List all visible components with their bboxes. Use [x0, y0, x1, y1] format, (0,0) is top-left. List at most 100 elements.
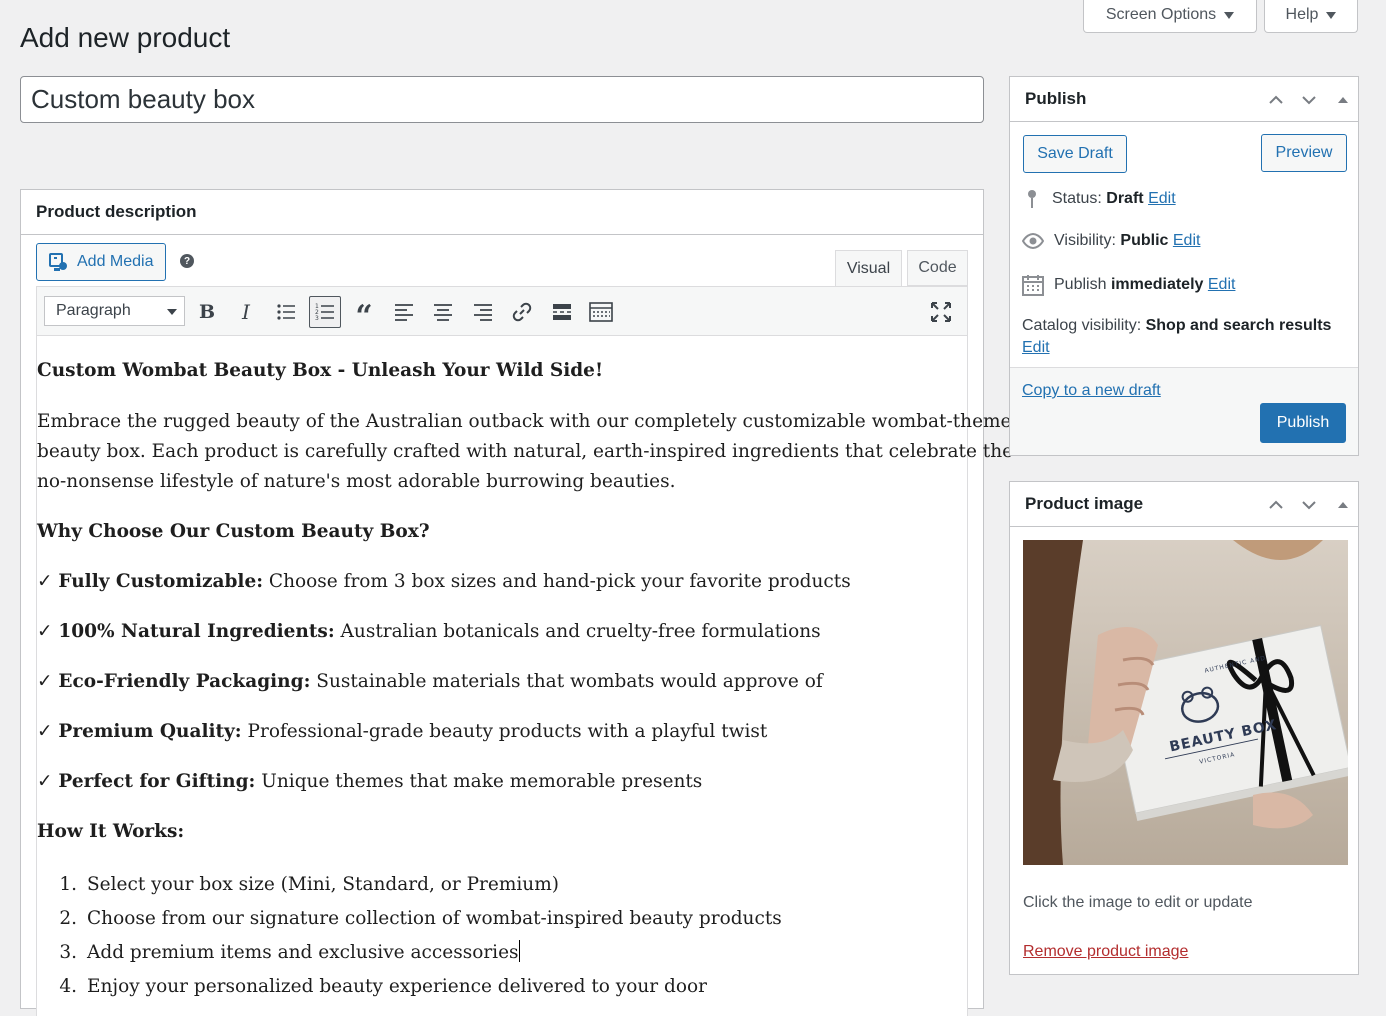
italic-button[interactable]: I [230, 296, 262, 328]
align-center-button[interactable] [427, 296, 459, 328]
align-right-button[interactable] [467, 296, 499, 328]
numbered-list-icon: 1 2 3 [315, 303, 334, 322]
content-intro-line: beauty box. Each product is carefully cr… [37, 441, 1014, 462]
feature-line: ✓ Eco-Friendly Packaging: Sustainable ma… [37, 667, 823, 697]
chevron-down-icon [1224, 11, 1235, 19]
feature-line: ✓ Premium Quality: Professional-grade be… [37, 717, 767, 747]
content-heading: Custom Wombat Beauty Box - Unleash Your … [37, 360, 604, 381]
format-select[interactable]: Paragraph [44, 296, 185, 326]
screen-options-button[interactable]: Screen Options [1083, 0, 1257, 33]
feature-text: Australian botanicals and cruelty-free f… [334, 621, 821, 642]
text-cursor [518, 940, 520, 962]
list-item: 2. Choose from our signature collection o… [37, 904, 781, 938]
preview-button[interactable]: Preview [1261, 134, 1347, 172]
publish-box: Publish Save Draft Preview Status: Draft… [1009, 76, 1359, 456]
save-draft-button[interactable]: Save Draft [1023, 135, 1127, 173]
numbered-list-button[interactable]: 1 2 3 [309, 296, 341, 328]
feature-text: Professional-grade beauty products with … [241, 721, 768, 742]
bulleted-list-button[interactable] [270, 296, 302, 328]
help-label: Help [1285, 6, 1319, 23]
copy-to-draft-link[interactable]: Copy to a new draft [1022, 382, 1161, 400]
align-right-icon [474, 304, 492, 321]
status-row: Status: Draft Edit [1022, 189, 1176, 209]
status-value: Draft [1106, 190, 1144, 207]
publish-value: immediately [1110, 276, 1204, 293]
check-icon: ✓ [37, 571, 53, 592]
collapse-toggle-icon[interactable] [1334, 91, 1352, 109]
feature-title: 100% Natural Ingredients: [58, 621, 335, 642]
fullscreen-icon [931, 302, 951, 322]
edit-catalog-link[interactable]: Edit [1022, 339, 1050, 356]
list-item: 1. Select your box size (Mini, Standard, … [37, 870, 782, 904]
step-number: 2. [59, 908, 77, 929]
content-how-heading: How It Works: [37, 821, 185, 842]
edit-visibility-link[interactable]: Edit [1173, 232, 1201, 249]
add-media-button[interactable]: Add Media [36, 243, 166, 281]
product-image[interactable]: BEAUTY BOX VICTORIA AUTHENTIC AND [1023, 540, 1348, 865]
chevron-up-icon[interactable] [1267, 91, 1285, 109]
list-item: 3. Add premium items and exclusive access… [37, 938, 782, 972]
publish-actions: Copy to a new draft Publish [1010, 367, 1358, 455]
editor-content[interactable]: Custom Wombat Beauty Box - Unleash Your … [36, 336, 1023, 1016]
edit-status-link[interactable]: Edit [1148, 190, 1176, 207]
editor-toolbar: Paragraph B I 1 2 3 “ [36, 286, 968, 336]
pin-icon [1028, 190, 1036, 208]
italic-icon: I [242, 300, 250, 324]
publish-label: Publish [1054, 276, 1107, 293]
feature-title: Perfect for Gifting: [58, 771, 256, 792]
remove-product-image-link[interactable]: Remove product image [1023, 943, 1188, 961]
format-select-value: Paragraph [56, 302, 131, 319]
help-button[interactable]: Help [1264, 0, 1358, 33]
calendar-icon [1022, 275, 1044, 296]
step-text: Add premium items and exclusive accessor… [87, 942, 519, 963]
catalog-label: Catalog visibility: [1022, 317, 1142, 334]
content-intro-line: Embrace the rugged beauty of the Austral… [37, 411, 1024, 432]
edit-publish-date-link[interactable]: Edit [1208, 276, 1236, 293]
svg-text:3: 3 [315, 315, 319, 322]
chevron-down-icon[interactable] [1300, 496, 1318, 514]
bold-button[interactable]: B [191, 296, 223, 328]
product-image-box-header: Product image [1010, 482, 1358, 527]
add-media-icon [49, 253, 67, 271]
check-icon: ✓ [37, 721, 53, 742]
help-icon[interactable]: ? [180, 254, 194, 268]
chevron-down-icon[interactable] [1300, 91, 1318, 109]
visibility-label: Visibility: [1054, 232, 1116, 249]
align-left-button[interactable] [388, 296, 420, 328]
step-number: 3. [59, 942, 77, 963]
feature-text: Choose from 3 box sizes and hand-pick yo… [263, 571, 851, 592]
toolbar-toggle-button[interactable] [585, 296, 617, 328]
check-icon: ✓ [37, 671, 53, 692]
product-image-heading: Product image [1025, 494, 1144, 513]
blockquote-icon: “ [355, 299, 373, 334]
feature-title: Fully Customizable: [58, 571, 264, 592]
status-label: Status: [1052, 190, 1102, 207]
blockquote-button[interactable]: “ [348, 296, 380, 334]
chevron-up-icon[interactable] [1267, 496, 1285, 514]
align-left-icon [395, 304, 413, 321]
read-more-button[interactable] [546, 296, 578, 328]
content-why-heading: Why Choose Our Custom Beauty Box? [37, 521, 430, 542]
chevron-down-icon [167, 309, 177, 315]
fullscreen-button[interactable] [925, 296, 957, 328]
product-title-input[interactable]: Custom beauty box [20, 76, 984, 123]
collapse-toggle-icon[interactable] [1334, 496, 1352, 514]
tab-code[interactable]: Code [907, 250, 968, 286]
align-center-icon [434, 304, 452, 321]
visibility-row: Visibility: Public Edit [1022, 231, 1200, 251]
screen-options-label: Screen Options [1105, 6, 1217, 23]
product-description-box: Product description Add Media ? Visual C… [20, 189, 1023, 1016]
feature-line: ✓ Fully Customizable: Choose from 3 box … [37, 567, 851, 597]
feature-text: Sustainable materials that wombats would… [310, 671, 823, 692]
content-intro-line: no-nonsense lifestyle of nature's most a… [37, 471, 676, 492]
link-icon [512, 302, 532, 322]
list-item: 4. Enjoy your personalized beauty experie… [37, 972, 782, 1006]
page-title: Add new product [20, 22, 231, 53]
publish-button[interactable]: Publish [1260, 403, 1346, 443]
publish-box-header: Publish [1010, 77, 1358, 122]
tab-visual[interactable]: Visual [835, 250, 902, 287]
publish-heading: Publish [1025, 89, 1087, 108]
product-description-heading: Product description [21, 190, 983, 235]
link-button[interactable] [506, 296, 538, 328]
product-title-value: Custom beauty box [31, 84, 256, 114]
